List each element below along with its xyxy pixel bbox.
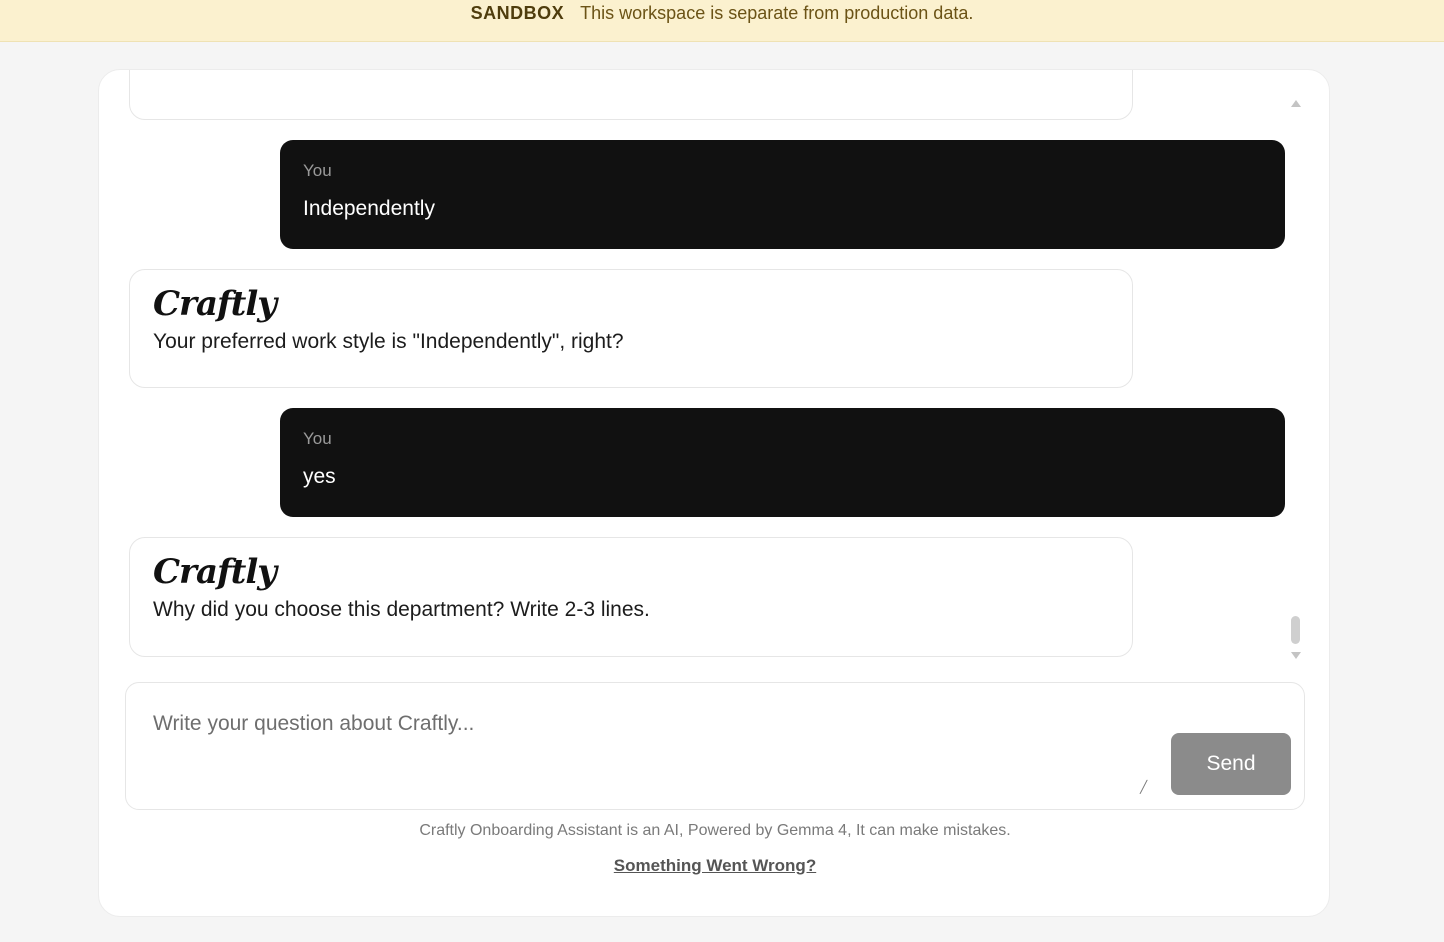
send-button[interactable]: Send <box>1171 733 1291 795</box>
scroll-down-arrow-icon[interactable] <box>1291 652 1301 659</box>
chat-card: You Independently Craftly Your preferred… <box>98 69 1330 917</box>
sandbox-message: This workspace is separate from producti… <box>580 3 974 23</box>
sandbox-tag: SANDBOX <box>470 3 565 23</box>
craftly-logo: Craftly <box>153 284 277 324</box>
bot-message-partial <box>129 70 1133 120</box>
user-message-label: You <box>303 161 332 180</box>
report-problem-wrapper: Something Went Wrong? <box>99 856 1331 876</box>
bot-message-text: Your preferred work style is "Independen… <box>153 330 624 353</box>
bot-message-text: Why did you choose this department? Writ… <box>153 598 650 621</box>
message-composer: ╱ Send <box>125 682 1305 810</box>
sandbox-banner: SANDBOX This workspace is separate from … <box>0 0 1444 42</box>
ai-disclaimer: Craftly Onboarding Assistant is an AI, P… <box>419 822 1011 839</box>
bot-message: Craftly Your preferred work style is "In… <box>129 269 1133 388</box>
scrollbar-thumb[interactable] <box>1291 616 1300 644</box>
chat-message-list[interactable]: You Independently Craftly Your preferred… <box>99 70 1331 670</box>
report-problem-link[interactable]: Something Went Wrong? <box>614 856 816 875</box>
user-message-text: yes <box>303 465 336 488</box>
user-message: You Independently <box>280 140 1285 249</box>
user-message-text: Independently <box>303 197 435 220</box>
user-message-label: You <box>303 429 332 448</box>
craftly-logo: Craftly <box>153 552 277 592</box>
question-input[interactable] <box>140 697 1156 791</box>
user-message: You yes <box>280 408 1285 517</box>
scroll-up-arrow-icon[interactable] <box>1291 100 1301 107</box>
bot-message: Craftly Why did you choose this departme… <box>129 537 1133 657</box>
resize-handle-icon[interactable]: ╱ <box>1140 781 1152 793</box>
